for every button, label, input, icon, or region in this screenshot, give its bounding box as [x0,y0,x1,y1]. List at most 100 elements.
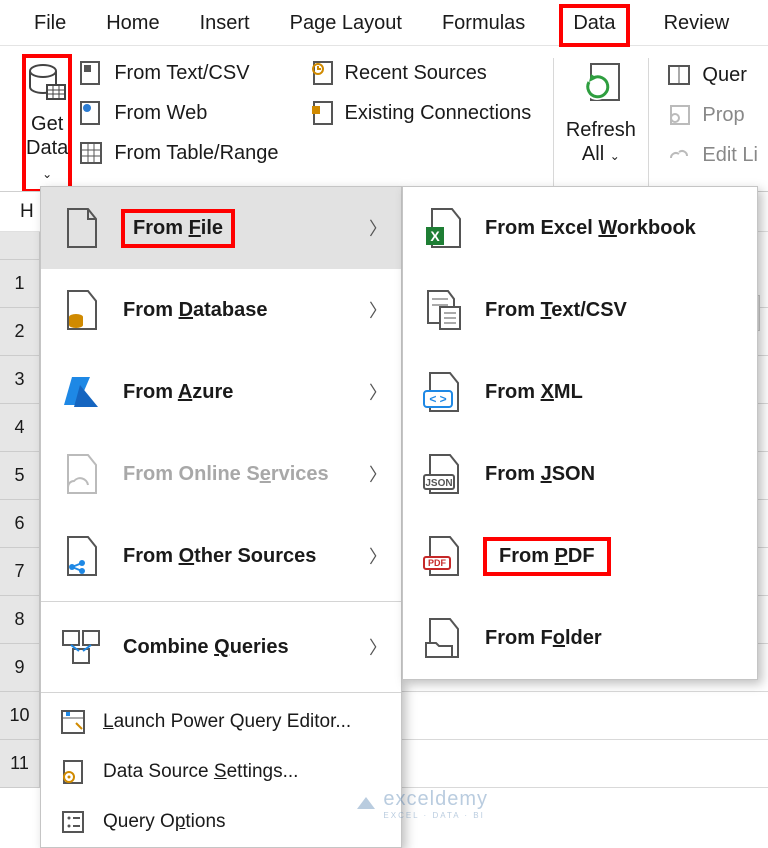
chevron-right-icon: 〉 [369,634,387,660]
watermark: exceldemy EXCEL · DATA · BI [355,788,488,820]
refresh-label-2: All [582,143,604,165]
row-header[interactable]: 6 [0,500,40,548]
tab-insert[interactable]: Insert [196,6,254,45]
menu-from-database-label: From Database [123,299,268,322]
ribbon-tabs: File Home Insert Page Layout Formulas Da… [0,0,768,46]
row-header[interactable]: 2 [0,308,40,356]
tab-page-layout[interactable]: Page Layout [286,6,406,45]
menu-from-database[interactable]: From Database 〉 [41,269,401,351]
menu-from-file-label: From File [133,217,223,239]
other-sources-icon [59,534,103,578]
json-icon: JSON [421,452,465,496]
excel-workbook-icon: X [421,206,465,250]
get-data-icon [24,60,70,106]
watermark-sub: EXCEL · DATA · BI [383,811,488,820]
submenu-text-csv[interactable]: From Text/CSV [403,269,757,351]
file-icon [59,206,103,250]
get-data-button[interactable]: GetData ⌄ [24,56,70,191]
select-all-cell[interactable] [0,232,40,260]
submenu-pdf[interactable]: PDF From PDF [403,515,757,597]
row-header[interactable]: 10 [0,692,40,740]
combine-queries-icon [59,625,103,669]
recent-sources-button[interactable]: Recent Sources [309,60,532,86]
tab-review[interactable]: Review [660,6,734,45]
text-csv-icon [421,288,465,332]
online-services-icon [59,452,103,496]
submenu-excel-workbook[interactable]: X From Excel Workbook [403,187,757,269]
folder-icon [421,616,465,660]
database-icon [59,288,103,332]
row-header[interactable]: 8 [0,596,40,644]
menu-query-options[interactable]: Query Options [41,797,401,847]
menu-from-other-sources-label: From Other Sources [123,545,316,568]
menu-from-online-services: From Online Services 〉 [41,433,401,515]
submenu-json[interactable]: JSON From JSON [403,433,757,515]
queries-button[interactable]: Quer [666,62,758,88]
submenu-json-label: From JSON [485,463,595,486]
watermark-text: exceldemy [383,788,488,811]
row-header[interactable]: 9 [0,644,40,692]
menu-launch-pqe[interactable]: Launch Power Query Editor... [41,697,401,747]
menu-from-azure[interactable]: From Azure 〉 [41,351,401,433]
menu-from-file[interactable]: From File 〉 [41,187,401,269]
properties-button[interactable]: Prop [666,102,758,128]
svg-text:X: X [430,228,440,244]
tab-home[interactable]: Home [102,6,163,45]
name-box[interactable]: H [10,201,44,223]
chevron-right-icon: 〉 [369,215,387,241]
submenu-excel-workbook-label: From Excel Workbook [485,217,696,240]
chevron-right-icon: 〉 [369,379,387,405]
from-table-range-button[interactable]: From Table/Range [78,140,278,166]
chevron-right-icon: 〉 [369,543,387,569]
svg-text:PDF: PDF [428,558,447,568]
edit-links-icon [666,142,692,168]
table-range-icon [78,140,104,166]
svg-text:< >: < > [429,392,446,406]
submenu-xml-label: From XML [485,381,583,404]
get-data-label-1: Get [31,113,63,135]
menu-combine-queries[interactable]: Combine Queries 〉 [41,606,401,688]
query-options-icon [59,808,87,836]
svg-text:JSON: JSON [425,478,452,489]
pqe-icon [59,708,87,736]
submenu-pdf-label: From PDF [499,545,595,567]
refresh-all-button[interactable]: RefreshAll ⌄ [566,56,636,191]
existing-connections-label: Existing Connections [345,102,532,125]
properties-icon [666,102,692,128]
edit-links-button[interactable]: Edit Li [666,142,758,168]
chevron-right-icon: 〉 [369,297,387,323]
recent-sources-label: Recent Sources [345,62,487,85]
from-table-range-label: From Table/Range [114,142,278,165]
xml-icon: < > [421,370,465,414]
pdf-icon: PDF [421,534,465,578]
properties-label: Prop [702,104,744,127]
recent-icon [309,60,335,86]
web-icon [78,100,104,126]
from-text-csv-button[interactable]: From Text/CSV [78,60,278,86]
connections-icon [309,100,335,126]
row-header[interactable]: 3 [0,356,40,404]
get-data-menu: From File 〉 From Database 〉 From Azure 〉… [40,186,402,848]
menu-combine-queries-label: Combine Queries [123,636,289,659]
row-header[interactable]: 11 [0,740,40,788]
tab-data[interactable]: Data [561,6,627,45]
submenu-folder[interactable]: From Folder [403,597,757,679]
menu-from-other-sources[interactable]: From Other Sources 〉 [41,515,401,597]
from-web-button[interactable]: From Web [78,100,278,126]
row-header[interactable]: 5 [0,452,40,500]
menu-query-options-label: Query Options [103,811,226,833]
row-header[interactable]: 7 [0,548,40,596]
queries-label: Quer [702,64,746,87]
existing-connections-button[interactable]: Existing Connections [309,100,532,126]
tab-file[interactable]: File [30,6,70,45]
row-header[interactable]: 4 [0,404,40,452]
from-text-csv-label: From Text/CSV [114,62,249,85]
tab-formulas[interactable]: Formulas [438,6,529,45]
from-web-label: From Web [114,102,207,125]
azure-icon [59,370,103,414]
data-source-settings-icon [59,758,87,786]
row-header[interactable]: 1 [0,260,40,308]
menu-data-source-settings[interactable]: Data Source Settings... [41,747,401,797]
submenu-xml[interactable]: < > From XML [403,351,757,433]
menu-from-online-services-label: From Online Services [123,463,329,486]
